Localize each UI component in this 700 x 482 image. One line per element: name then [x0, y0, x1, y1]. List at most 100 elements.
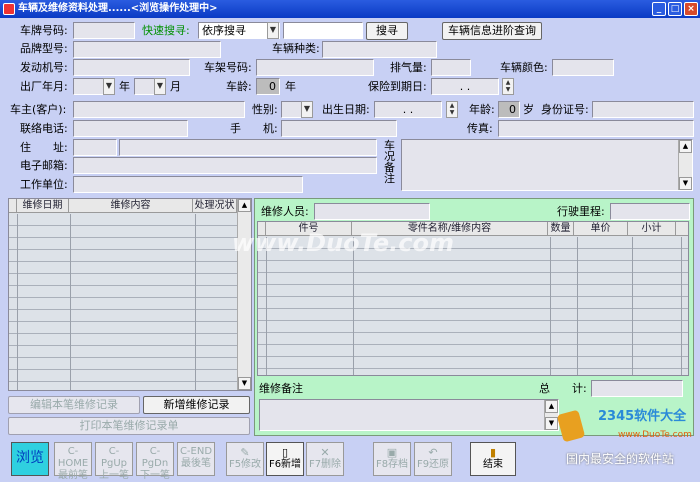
- vehicle-type-label: 车辆种类:: [272, 42, 320, 55]
- zip-input[interactable]: [73, 139, 117, 156]
- repair-note-textarea[interactable]: ▲ ▼: [259, 399, 559, 431]
- plate-label: 车牌号码:: [20, 24, 68, 37]
- staff-label: 维修人员:: [261, 205, 309, 218]
- mobile-input[interactable]: [281, 120, 397, 137]
- fax-input[interactable]: [498, 120, 694, 137]
- undo-button[interactable]: ↶ F9还原: [414, 442, 452, 476]
- insurance-date-input[interactable]: . .: [431, 78, 499, 95]
- plate-input[interactable]: [73, 22, 135, 39]
- owner-label: 车主(客户):: [10, 103, 67, 116]
- maximize-button[interactable]: □: [668, 2, 682, 16]
- car-age-value: 0: [256, 78, 280, 95]
- owner-age-unit: 岁: [523, 103, 534, 116]
- frame-input[interactable]: [256, 59, 374, 76]
- parts-rows[interactable]: [258, 237, 688, 375]
- color-label: 车辆颜色:: [500, 61, 548, 74]
- work-input[interactable]: [73, 176, 303, 193]
- displacement-label: 排气量:: [390, 61, 427, 74]
- save-button[interactable]: ▣ F8存档: [373, 442, 411, 476]
- logo-text: 2345软件大全: [598, 409, 687, 424]
- title-bar: 车辆及维修资料处理......<浏览操作处理中> _ □ ×: [0, 0, 700, 18]
- staff-input[interactable]: [314, 203, 430, 220]
- next-record-button[interactable]: C-PgDn 下一笔: [136, 442, 174, 481]
- logo-url: www.DuoTe.com: [618, 430, 692, 440]
- email-label: 电子邮箱:: [20, 159, 68, 172]
- new-button[interactable]: ▯ F6新增: [266, 442, 304, 476]
- add-record-button[interactable]: 新增维修记录: [143, 396, 250, 414]
- car-note-label: 车况备注: [384, 139, 395, 185]
- prev-record-button[interactable]: C-PgUp 上一笔: [95, 442, 133, 481]
- browse-button[interactable]: 浏览: [11, 442, 49, 476]
- production-label: 出厂年月:: [20, 80, 68, 93]
- total-value: [591, 380, 683, 397]
- chevron-down-icon[interactable]: ▼: [154, 78, 166, 95]
- history-table[interactable]: 维修日期 维修内容 处理况状 ▲ ▼: [8, 198, 252, 391]
- year-unit: 年: [119, 80, 130, 93]
- work-label: 工作单位:: [20, 178, 68, 191]
- address-label: 住 址:: [20, 141, 68, 154]
- displacement-input[interactable]: [431, 59, 471, 76]
- phone-input[interactable]: [73, 120, 188, 137]
- close-button[interactable]: ×: [684, 2, 698, 16]
- sex-label: 性别:: [252, 103, 278, 116]
- scrollbar[interactable]: ▲ ▼: [237, 199, 251, 390]
- quick-search-label: 快速搜寻:: [142, 24, 190, 37]
- undo-icon: ↶: [428, 446, 438, 459]
- search-input[interactable]: [283, 22, 363, 39]
- id-input[interactable]: [592, 101, 694, 118]
- disk-icon: ▣: [386, 446, 398, 459]
- minimize-button[interactable]: _: [652, 2, 666, 16]
- scrollbar[interactable]: ▲ ▼: [678, 140, 692, 190]
- edit-button[interactable]: ✎ F5修改: [226, 442, 264, 476]
- month-unit: 月: [170, 80, 181, 93]
- print-record-button[interactable]: 打印本笔维修记录单: [8, 417, 250, 435]
- history-col-status[interactable]: 处理况状: [193, 199, 237, 212]
- first-record-button[interactable]: C-HOME 最前笔: [54, 442, 92, 481]
- chevron-down-icon[interactable]: ▼: [301, 101, 313, 118]
- age-label: 车龄:: [226, 80, 252, 93]
- birth-date-input[interactable]: . .: [374, 101, 442, 118]
- chevron-down-icon[interactable]: ▼: [267, 22, 279, 39]
- insurance-label: 保险到期日:: [368, 80, 427, 93]
- engine-label: 发动机号:: [20, 61, 68, 74]
- chevron-down-icon[interactable]: ▼: [103, 78, 115, 95]
- scrollbar[interactable]: ▲ ▼: [544, 400, 558, 430]
- car-note-textarea[interactable]: ▲ ▼: [401, 139, 693, 191]
- app-icon: [3, 3, 15, 15]
- history-rows[interactable]: [9, 214, 251, 390]
- fax-label: 传真:: [467, 122, 493, 135]
- id-label: 身份证号:: [541, 103, 589, 116]
- last-record-button[interactable]: C-END 最後笔: [177, 442, 215, 476]
- history-col-content[interactable]: 维修内容: [69, 199, 193, 212]
- parts-col-price[interactable]: 单价: [574, 222, 628, 235]
- mileage-label: 行驶里程:: [557, 205, 605, 218]
- logo-slogan: 国内最安全的软件站: [566, 452, 675, 466]
- owner-input[interactable]: [73, 101, 245, 118]
- repair-note-label: 维修备注: [259, 382, 303, 395]
- new-doc-icon: ▯: [281, 446, 289, 459]
- advanced-query-button[interactable]: 车辆信息进阶查询: [442, 22, 542, 40]
- edit-record-button[interactable]: 编辑本笔维修记录: [8, 396, 140, 414]
- engine-input[interactable]: [73, 59, 190, 76]
- address-input[interactable]: [119, 139, 377, 156]
- model-label: 品牌型号:: [20, 42, 68, 55]
- parts-col-subtotal[interactable]: 小计: [628, 222, 676, 235]
- phone-label: 联络电话:: [20, 122, 68, 135]
- date-spinner[interactable]: ▲ ▼: [446, 101, 458, 118]
- frame-label: 车架号码:: [204, 61, 252, 74]
- color-input[interactable]: [552, 59, 614, 76]
- mileage-input[interactable]: [610, 203, 690, 220]
- vehicle-type-input[interactable]: [322, 41, 437, 58]
- date-spinner[interactable]: ▲ ▼: [502, 78, 514, 95]
- door-icon: ▮: [489, 446, 497, 459]
- owner-age-value: 0: [498, 101, 520, 118]
- delete-button[interactable]: ✕ F7删除: [306, 442, 344, 476]
- model-input[interactable]: [73, 41, 221, 58]
- window-title: 车辆及维修资料处理......<浏览操作处理中>: [18, 3, 218, 14]
- exit-button[interactable]: ▮ 结束: [470, 442, 516, 476]
- email-input[interactable]: [73, 157, 377, 174]
- search-button[interactable]: 搜寻: [366, 22, 408, 40]
- history-col-date[interactable]: 维修日期: [17, 199, 69, 212]
- watermark-text: www.DuoTe.com: [232, 229, 454, 257]
- parts-col-qty[interactable]: 数量: [548, 222, 574, 235]
